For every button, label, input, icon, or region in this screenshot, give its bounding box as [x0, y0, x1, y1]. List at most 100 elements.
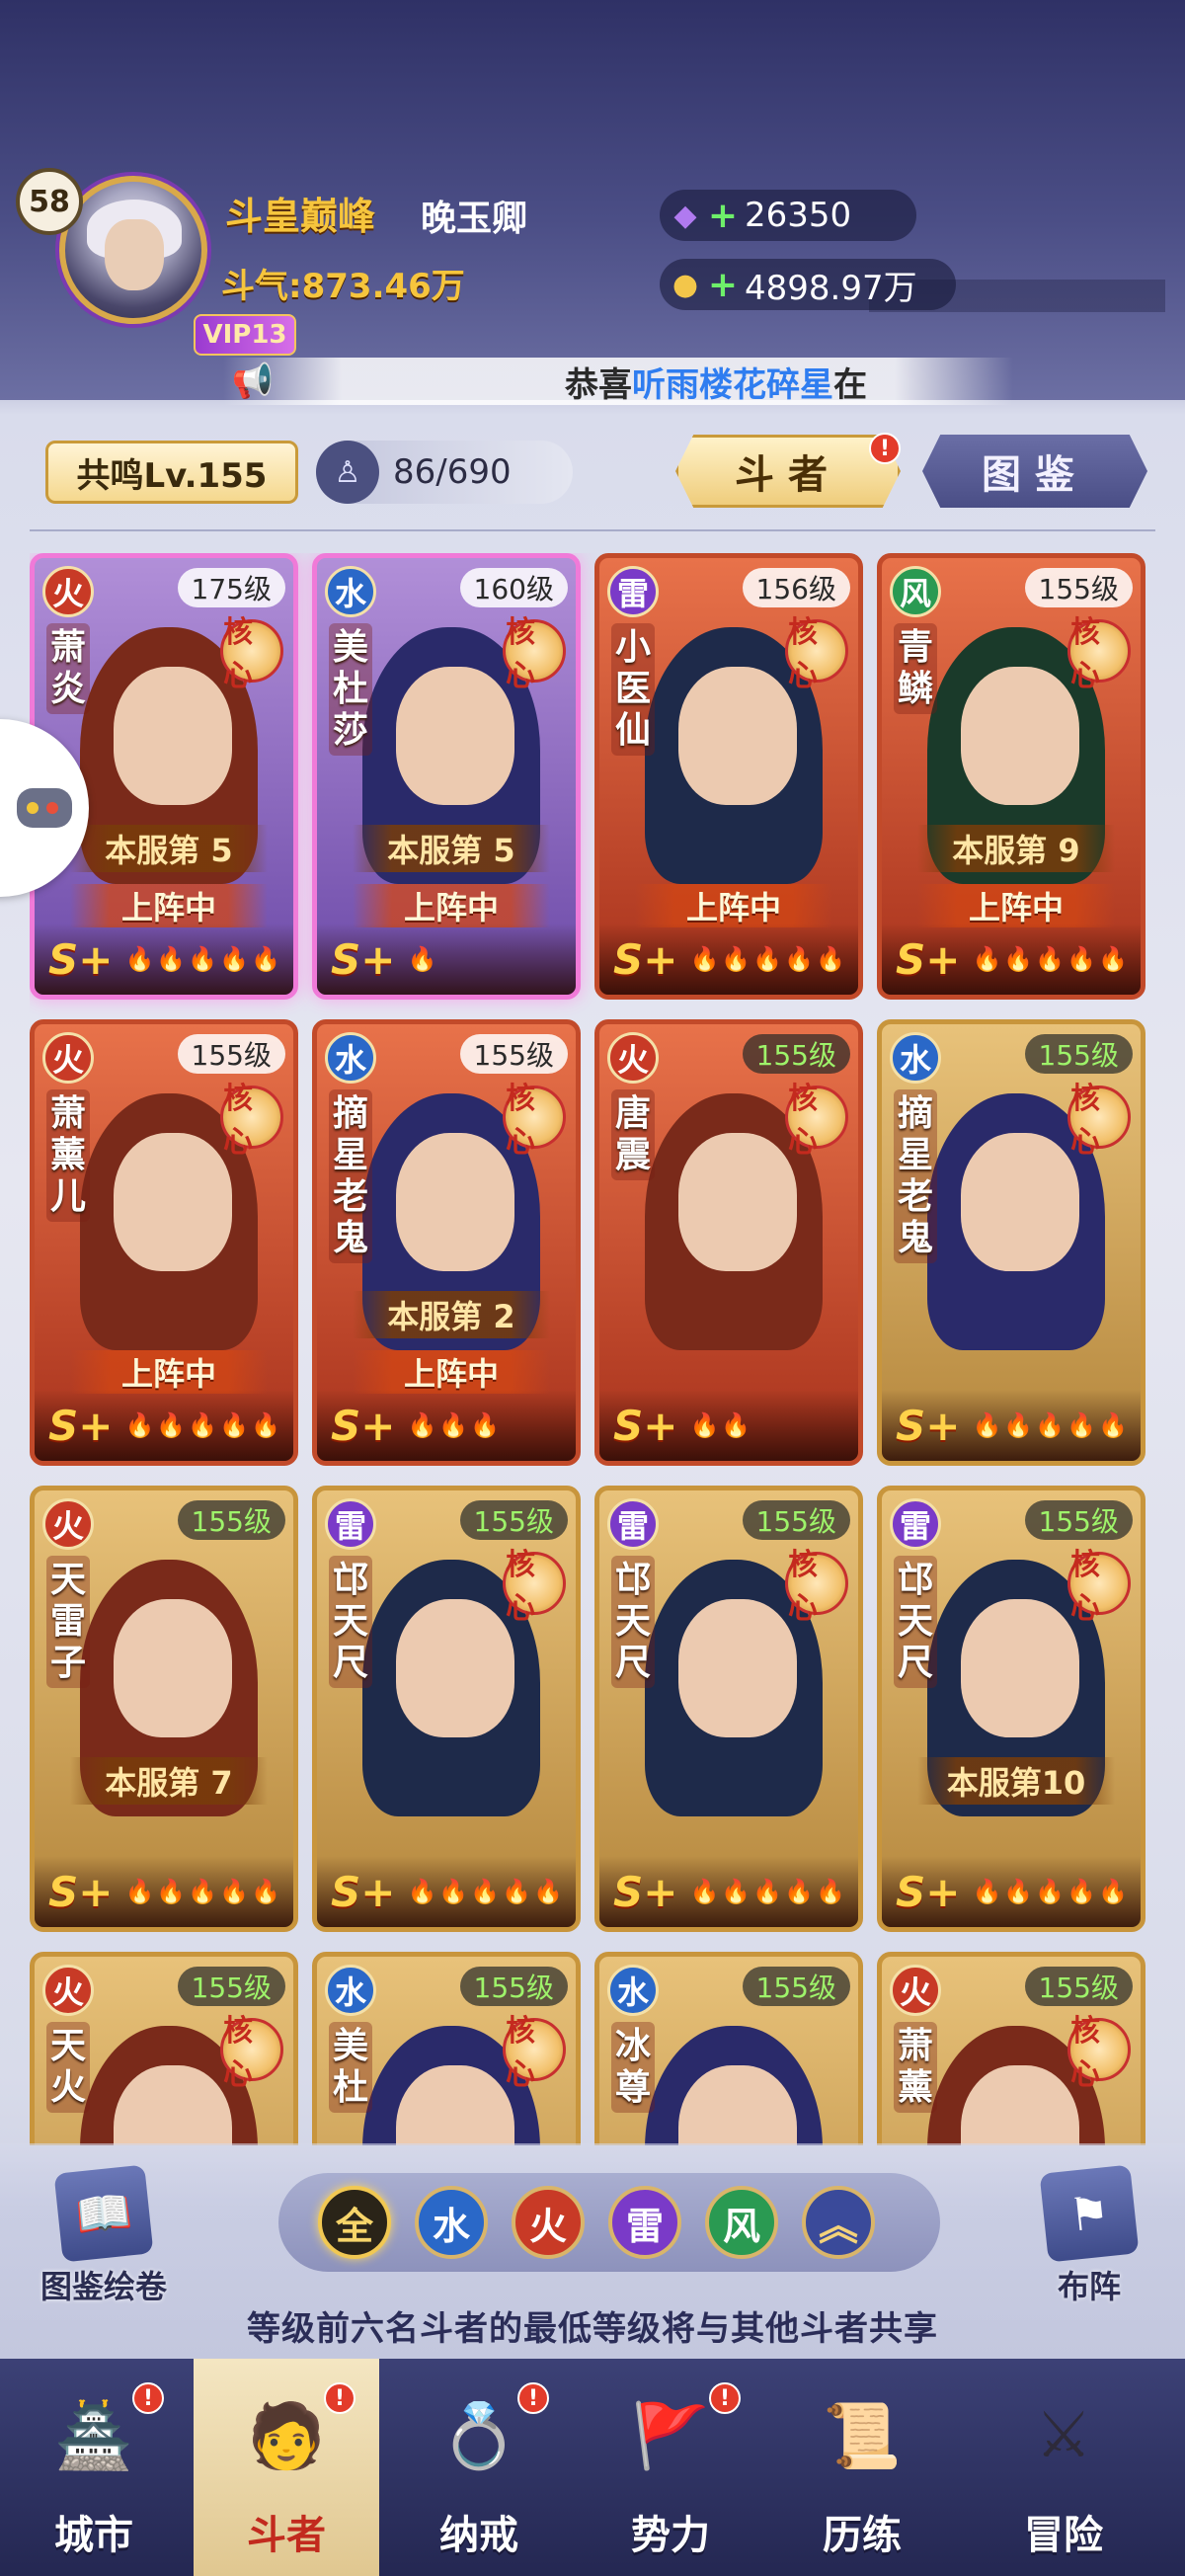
- grade-label: S+: [613, 1401, 678, 1450]
- filter-all[interactable]: 全: [318, 2186, 391, 2259]
- fighter-name: 摘星老鬼: [329, 1089, 372, 1263]
- nav-faction[interactable]: 🚩 势力 !: [577, 2359, 764, 2576]
- fighter-level: 155级: [177, 1967, 285, 2006]
- fighter-name: 天火: [46, 2022, 90, 2113]
- fighter-card[interactable]: 水 155级 冰尊: [594, 1952, 863, 2145]
- fighter-grid: 火 175级 核心 萧炎 本服第 5 上阵中 S+ 🔥🔥🔥🔥🔥 水 160级 核心 美杜莎 本服第 5上…: [30, 553, 1155, 2145]
- core-badge: 核心: [503, 1548, 566, 1626]
- filter-water[interactable]: 水: [415, 2186, 488, 2259]
- flame-stars: 🔥: [407, 945, 439, 973]
- fighter-level: 155级: [459, 1034, 568, 1074]
- fighter-card[interactable]: 雷 155级 核心 邙天尺 S+ 🔥🔥🔥🔥🔥: [594, 1486, 863, 1932]
- portrait-face: [961, 1133, 1079, 1271]
- fighter-card[interactable]: 雷 155级 核心 邙天尺 本服第10 S+ 🔥🔥🔥🔥🔥: [877, 1486, 1146, 1932]
- nav-ring-label: 纳戒: [439, 2513, 518, 2558]
- tab-fighters[interactable]: 斗者: [675, 435, 901, 508]
- fighter-card[interactable]: 火 155级 核心 萧薰儿 上阵中 S+ 🔥🔥🔥🔥🔥: [30, 1019, 298, 1466]
- nav-fighters[interactable]: 🧑 斗者 !: [194, 2359, 379, 2576]
- flame-stars: 🔥🔥🔥🔥🔥: [689, 1878, 847, 1905]
- fighter-card[interactable]: 火 155级 核心 唐震 S+ 🔥🔥: [594, 1019, 863, 1466]
- album-scroll-button[interactable]: 📖 图鉴绘卷: [30, 2164, 178, 2307]
- core-badge: 核心: [785, 1082, 848, 1160]
- grade-label: S+: [896, 1867, 961, 1916]
- hero-count-value: 86/690: [393, 452, 512, 492]
- fighter-card[interactable]: 火 155级 天雷子 本服第 7 S+ 🔥🔥🔥🔥🔥: [30, 1486, 298, 1932]
- element-badge: 火: [42, 566, 94, 617]
- nav-adventure[interactable]: ⚔ 冒险: [960, 2359, 1167, 2576]
- core-badge: 核心: [220, 1082, 283, 1160]
- portrait-face: [114, 667, 232, 805]
- fighter-card[interactable]: 雷 156级 核心 小医仙 上阵中 S+ 🔥🔥🔥🔥🔥: [594, 553, 863, 1000]
- filter-fire[interactable]: 火: [512, 2186, 585, 2259]
- gem-currency[interactable]: ◆ + 26350: [660, 190, 916, 241]
- flag-icon: ⚑: [1039, 2164, 1140, 2263]
- core-badge: 核心: [503, 2014, 566, 2092]
- fighter-name: 唐震: [611, 1089, 655, 1180]
- fighter-name: 邙天尺: [611, 1556, 655, 1688]
- element-badge: 火: [890, 1965, 941, 2016]
- grade-label: S+: [331, 1867, 396, 1916]
- grade-label: S+: [613, 934, 678, 984]
- element-badge: 火: [42, 1965, 94, 2016]
- fighter-name: 青鳞: [894, 623, 937, 714]
- fighter-card[interactable]: 水 160级 核心 美杜莎 本服第 5 上阵中 S+ 🔥: [312, 553, 581, 1000]
- portrait-face: [961, 1599, 1079, 1737]
- deployed-status: 上阵中: [70, 884, 268, 927]
- element-filter-bar: 全 水 火 雷 风 ︽: [278, 2173, 940, 2272]
- core-badge: 核心: [1067, 615, 1131, 693]
- fighter-card[interactable]: 火 155级 核心 萧薰: [877, 1952, 1146, 2145]
- deployed-status: 上阵中: [353, 1350, 550, 1394]
- fighter-level: 175级: [177, 568, 285, 607]
- deployed-status: 上阵中: [353, 884, 550, 927]
- nav-adventure-label: 冒险: [1024, 2513, 1103, 2558]
- element-badge: 雷: [607, 566, 659, 617]
- faction-alert-badge: !: [709, 2382, 741, 2414]
- add-icon[interactable]: +: [708, 190, 738, 241]
- fighter-card[interactable]: 风 155级 核心 青鳞 本服第 9 上阵中 S+ 🔥🔥🔥🔥🔥: [877, 553, 1146, 1000]
- flame-stars: 🔥🔥🔥🔥🔥: [689, 945, 847, 973]
- fighter-name: 美杜莎: [329, 623, 372, 756]
- portrait-face: [114, 1599, 232, 1737]
- nav-ring[interactable]: 💍 纳戒 !: [385, 2359, 573, 2576]
- gold-currency[interactable]: ● + 4898.97万: [660, 259, 956, 310]
- fighter-name: 萧炎: [46, 623, 90, 714]
- filter-wind[interactable]: 风: [705, 2186, 778, 2259]
- scroll-icon: 📜: [823, 2399, 902, 2473]
- add-icon[interactable]: +: [708, 259, 738, 310]
- fighter-card[interactable]: 雷 155级 核心 邙天尺 S+ 🔥🔥🔥🔥🔥: [312, 1486, 581, 1932]
- fighter-card[interactable]: 水 155级 核心 摘星老鬼 本服第 2 上阵中 S+ 🔥🔥🔥: [312, 1019, 581, 1466]
- fighter-card[interactable]: 水 155级 核心 摘星老鬼 S+ 🔥🔥🔥🔥🔥: [877, 1019, 1146, 1466]
- fighter-level: 155级: [742, 1034, 850, 1074]
- grade-label: S+: [896, 934, 961, 984]
- vip-badge[interactable]: VIP13: [194, 314, 296, 356]
- tab-album[interactable]: 图鉴: [922, 435, 1147, 508]
- fighter-name: 摘星老鬼: [894, 1089, 937, 1263]
- filter-thunder[interactable]: 雷: [608, 2186, 681, 2259]
- card-footer: S+ 🔥🔥🔥🔥🔥: [35, 1390, 293, 1461]
- fighter-card[interactable]: 火 155级 核心 天火: [30, 1952, 298, 2145]
- nav-city[interactable]: 🏯 城市 !: [0, 2359, 188, 2576]
- deployed-status: 上阵中: [917, 884, 1115, 927]
- fighter-card[interactable]: 水 155级 核心 美杜: [312, 1952, 581, 2145]
- resonance-button[interactable]: 共鸣Lv.155: [45, 441, 298, 504]
- fighter-level: 155级: [459, 1500, 568, 1540]
- fighter-level: 155级: [459, 1967, 568, 2006]
- element-badge: 水: [607, 1965, 659, 2016]
- collapse-icon[interactable]: ︽: [802, 2186, 875, 2259]
- nav-training[interactable]: 📜 历练: [768, 2359, 956, 2576]
- server-rank: 本服第 7: [70, 1757, 268, 1805]
- player-title: 斗皇巅峰: [225, 195, 376, 238]
- core-badge: 核心: [220, 615, 283, 693]
- marquee-prefix: 恭喜: [565, 364, 632, 405]
- formation-button[interactable]: ⚑ 布阵: [1015, 2164, 1163, 2307]
- core-badge: 核心: [785, 615, 848, 693]
- marquee-highlight: 听雨楼花碎星: [632, 364, 833, 405]
- nav-city-label: 城市: [54, 2513, 133, 2558]
- element-badge: 火: [607, 1032, 659, 1084]
- megaphone-icon: 📢: [231, 362, 275, 401]
- marquee-text: 恭喜听雨楼花碎星在: [565, 358, 867, 406]
- fighter-level: 155级: [742, 1967, 850, 2006]
- player-level-badge: 58: [16, 168, 83, 235]
- marquee-suffix: 在: [833, 364, 867, 405]
- grade-label: S+: [48, 1867, 114, 1916]
